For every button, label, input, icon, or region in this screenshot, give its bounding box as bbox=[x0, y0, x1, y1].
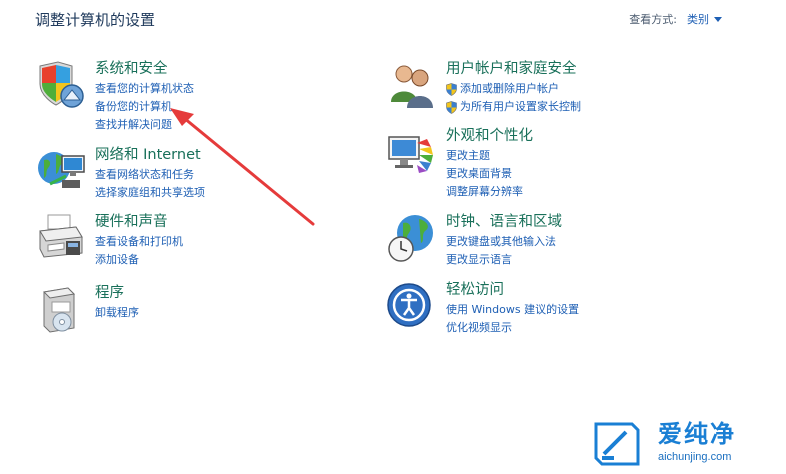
link-optimize-video-display[interactable]: 优化视频显示 bbox=[446, 319, 579, 337]
category-title[interactable]: 轻松访问 bbox=[446, 281, 579, 299]
network-globe-icon[interactable] bbox=[36, 146, 86, 196]
link-view-devices-printers[interactable]: 查看设备和打印机 bbox=[95, 233, 183, 251]
view-by-label: 查看方式: bbox=[629, 13, 677, 26]
link-uninstall-program[interactable]: 卸载程序 bbox=[95, 304, 139, 322]
link-change-desktop-background[interactable]: 更改桌面背景 bbox=[446, 165, 533, 183]
shield-computer-icon[interactable] bbox=[36, 60, 86, 110]
link-find-fix-problems[interactable]: 查找并解决问题 bbox=[95, 116, 194, 134]
link-view-network-status[interactable]: 查看网络状态和任务 bbox=[95, 166, 205, 184]
watermark-url: aichunjing.com bbox=[658, 451, 732, 463]
link-change-display-language[interactable]: 更改显示语言 bbox=[446, 251, 562, 269]
printer-icon[interactable] bbox=[36, 213, 86, 263]
users-icon[interactable] bbox=[387, 60, 437, 110]
link-add-remove-accounts[interactable]: 添加或删除用户帐户 bbox=[446, 80, 581, 98]
link-add-device[interactable]: 添加设备 bbox=[95, 251, 183, 269]
ease-of-access-icon[interactable] bbox=[387, 281, 437, 331]
link-parental-controls[interactable]: 为所有用户设置家长控制 bbox=[446, 98, 581, 116]
link-change-input-method[interactable]: 更改键盘或其他输入法 bbox=[446, 233, 562, 251]
link-backup-computer[interactable]: 备份您的计算机 bbox=[95, 98, 194, 116]
link-view-computer-status[interactable]: 查看您的计算机状态 bbox=[95, 80, 194, 98]
uac-shield-icon bbox=[446, 82, 457, 96]
category-title[interactable]: 系统和安全 bbox=[95, 60, 194, 78]
category-title[interactable]: 程序 bbox=[95, 284, 139, 302]
link-homegroup-sharing[interactable]: 选择家庭组和共享选项 bbox=[95, 184, 205, 202]
view-by: 查看方式: 类别 bbox=[629, 11, 722, 27]
page-title: 调整计算机的设置 bbox=[35, 11, 156, 29]
watermark: 爱纯净 aichunjing.com bbox=[592, 420, 782, 470]
category-title[interactable]: 用户帐户和家庭安全 bbox=[446, 60, 581, 78]
link-label: 添加或删除用户帐户 bbox=[460, 82, 559, 95]
monitor-palette-icon[interactable] bbox=[387, 127, 437, 177]
watermark-brand: 爱纯净 bbox=[658, 420, 736, 448]
watermark-logo-icon bbox=[594, 422, 640, 466]
programs-box-icon[interactable] bbox=[36, 284, 86, 334]
view-by-dropdown[interactable]: 类别 bbox=[687, 11, 709, 27]
uac-shield-icon bbox=[446, 100, 457, 114]
globe-clock-icon[interactable] bbox=[387, 213, 437, 263]
category-title[interactable]: 硬件和声音 bbox=[95, 213, 183, 231]
category-title[interactable]: 时钟、语言和区域 bbox=[446, 213, 562, 231]
link-adjust-resolution[interactable]: 调整屏幕分辨率 bbox=[446, 183, 533, 201]
category-title[interactable]: 外观和个性化 bbox=[446, 127, 533, 145]
chevron-down-icon[interactable] bbox=[714, 16, 722, 22]
category-title[interactable]: 网络和 Internet bbox=[95, 146, 205, 164]
link-use-windows-recommended-settings[interactable]: 使用 Windows 建议的设置 bbox=[446, 301, 579, 319]
link-change-theme[interactable]: 更改主题 bbox=[446, 147, 533, 165]
link-label: 为所有用户设置家长控制 bbox=[460, 100, 581, 113]
